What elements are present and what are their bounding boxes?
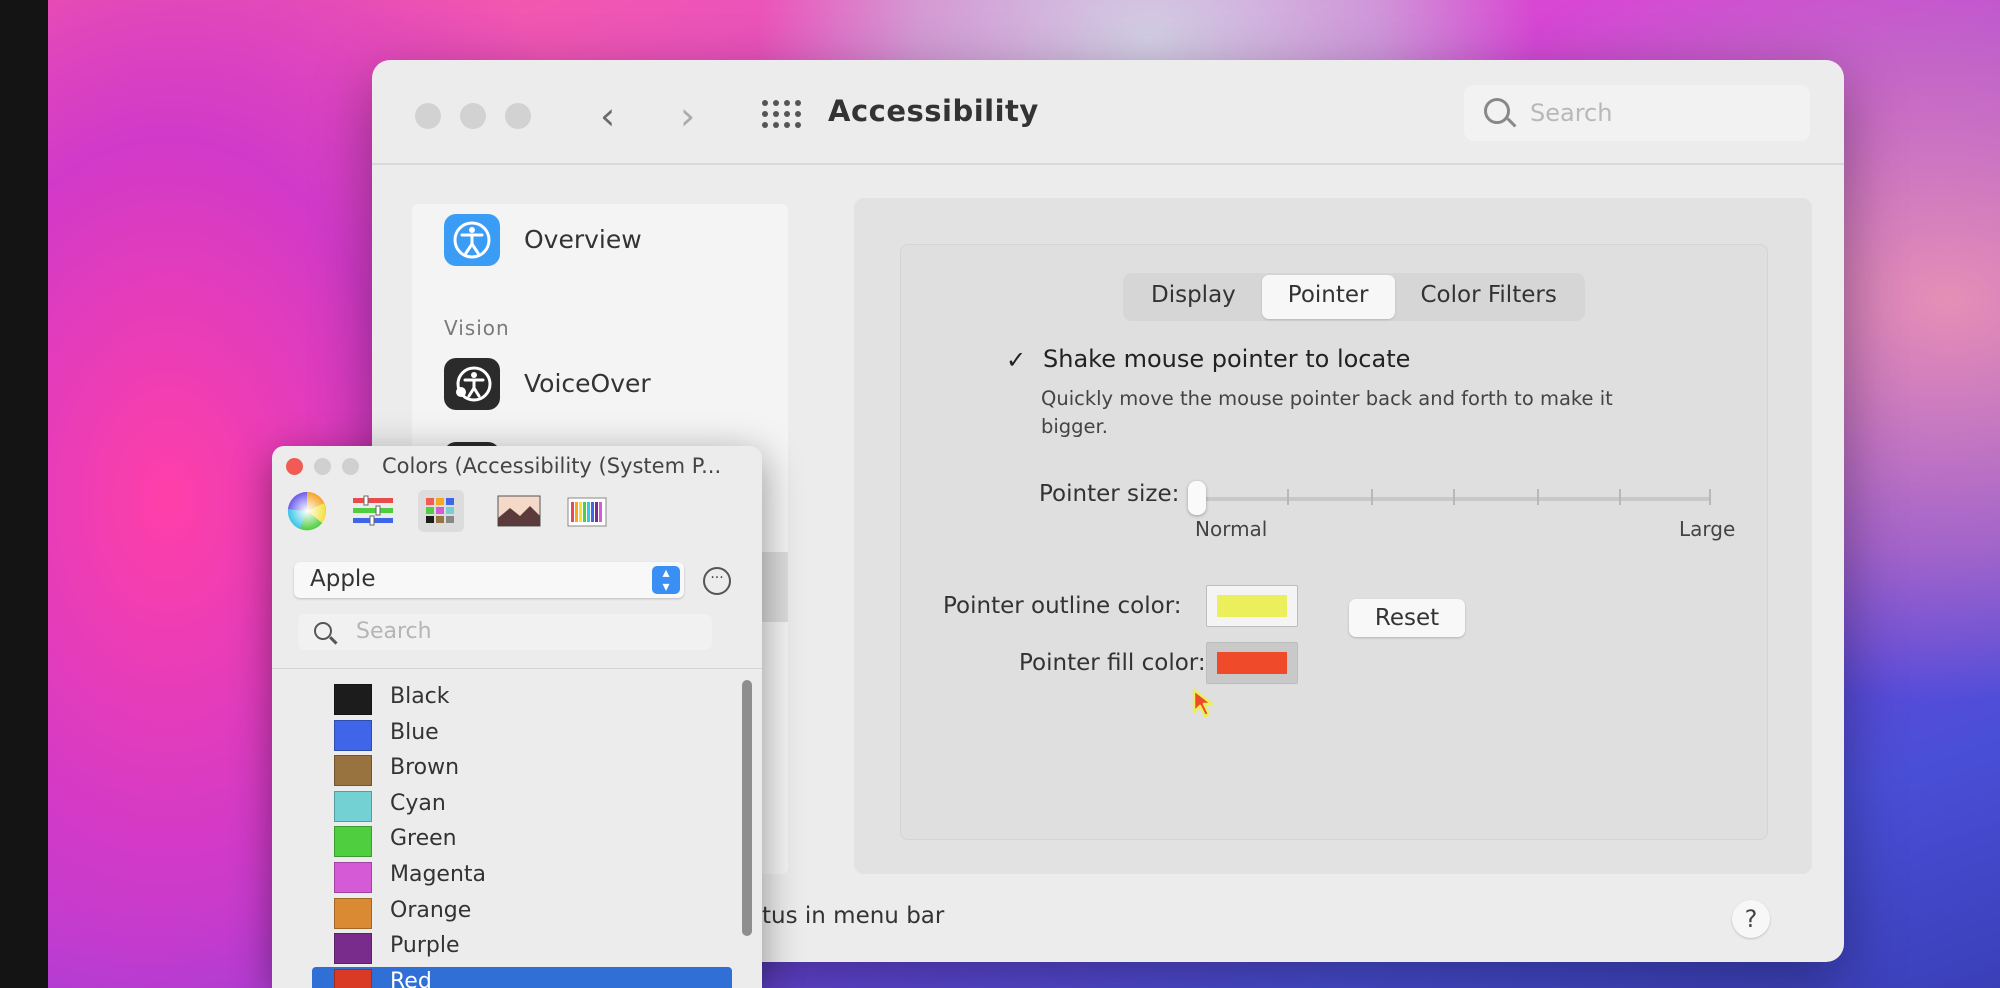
pointer-pane: Display Pointer Color Filters ✓ Shake mo… [854,198,1812,874]
colors-search-placeholder: Search [356,619,432,644]
color-list-item[interactable]: Blue [312,718,732,752]
color-name: Green [390,826,457,852]
color-name: Cyan [390,790,446,816]
color-name: Purple [390,933,460,959]
sidebar-item-voiceover[interactable]: VoiceOver [412,348,788,418]
outline-color-swatch [1217,595,1287,617]
tab-pointer[interactable]: Pointer [1261,275,1395,319]
color-list-item[interactable]: Purple [312,931,732,965]
colors-panel: Colors (Accessibility (System P... Apple… [272,446,762,988]
slider-tick [1709,489,1711,505]
shake-pointer-checkbox[interactable]: ✓ [1003,347,1029,373]
chevron-right-icon[interactable]: › [680,96,695,136]
fill-color-swatch [1217,652,1287,674]
palette-select[interactable]: Apple ▴ ▾ [294,562,684,598]
color-name: Brown [390,755,460,781]
color-sliders-icon[interactable] [350,490,396,532]
close-button[interactable] [415,103,441,129]
chevron-updown-icon: ▴ ▾ [652,566,680,594]
color-name: Orange [390,897,472,923]
search-placeholder: Search [1530,99,1613,127]
sidebar-item-label: Overview [524,225,642,254]
show-status-in-menu-bar-label: tus in menu bar [762,903,945,929]
tab-bar: Display Pointer Color Filters [1123,273,1585,321]
color-list-item[interactable]: Green [312,824,732,858]
colors-panel-title: Colors (Accessibility (System P... [382,454,722,478]
color-name: Black [390,684,450,709]
more-options-icon[interactable]: ··· [703,567,731,595]
search-icon [314,622,332,640]
pointer-size-max-label: Large [1679,517,1736,541]
pointer-fill-color-label: Pointer fill color: [1019,650,1206,676]
image-palettes-icon[interactable] [496,490,542,532]
color-swatch [334,719,372,751]
chevron-left-icon[interactable]: ‹ [600,96,615,136]
help-button[interactable]: ? [1732,900,1770,938]
titlebar-divider [372,163,1844,165]
color-swatch [334,684,372,715]
pointer-settings-box: Display Pointer Color Filters ✓ Shake mo… [900,244,1768,840]
accessibility-icon [444,214,500,266]
sidebar-item-label: VoiceOver [524,369,651,398]
color-swatch [334,826,372,858]
shake-pointer-description: Quickly move the mouse pointer back and … [1041,387,1613,438]
color-wheel-icon[interactable] [284,490,330,532]
show-all-grid-icon[interactable] [762,100,802,130]
color-list-item[interactable]: Cyan [312,789,732,823]
pointer-size-label: Pointer size: [1039,481,1180,507]
colors-toolbar [272,486,762,536]
color-list-item[interactable]: Magenta [312,860,732,894]
slider-tick [1537,489,1539,505]
color-name: Blue [390,719,439,745]
color-name: Red [390,968,432,988]
shake-pointer-label: Shake mouse pointer to locate [1043,345,1411,373]
zoom-button[interactable] [342,458,359,475]
slider-tick [1371,489,1373,505]
letterbox [0,0,48,988]
pencils-icon[interactable] [564,490,610,532]
color-list-item[interactable]: Black [312,682,732,716]
close-button[interactable] [286,458,303,475]
tab-color-filters[interactable]: Color Filters [1395,275,1583,319]
palette-select-value: Apple [310,566,376,592]
color-swatch [334,933,372,965]
color-list-item[interactable]: Red [312,966,732,988]
slider-tick [1453,489,1455,505]
search-icon [1484,98,1510,124]
voiceover-icon [444,358,500,410]
color-list-item[interactable]: Brown [312,753,732,787]
window-title: Accessibility [828,94,1039,128]
reset-button[interactable]: Reset [1349,599,1465,637]
color-swatch [334,897,372,929]
pointer-fill-color-well[interactable] [1206,642,1298,684]
pointer-size-slider[interactable] [1199,497,1711,501]
pointer-outline-color-label: Pointer outline color: [943,593,1182,619]
color-list-item[interactable]: Orange [312,896,732,930]
minimize-button[interactable] [460,103,486,129]
slider-tick [1287,489,1289,505]
zoom-button[interactable] [505,103,531,129]
pointer-size-knob[interactable] [1188,481,1206,515]
sidebar-item-overview[interactable]: Overview [412,204,788,274]
color-swatch [334,862,372,893]
colors-separator [272,668,762,669]
color-palettes-icon[interactable] [418,490,464,532]
pointer-size-min-label: Normal [1195,517,1268,541]
minimize-button[interactable] [314,458,331,475]
color-swatch [334,968,372,988]
pointer-outline-color-well[interactable] [1206,585,1298,627]
search-field[interactable]: Search [1464,85,1810,141]
slider-tick [1619,489,1621,505]
sidebar-section-vision: Vision [444,316,510,340]
titlebar: ‹ › Accessibility Search [372,60,1844,164]
color-swatch [334,755,372,787]
tab-display[interactable]: Display [1125,275,1262,319]
colors-search-field[interactable]: Search [298,614,712,650]
color-list-scrollbar[interactable] [742,680,752,936]
color-list: Black Blue Brown Cyan Green Magenta Orange Purp… [272,682,762,988]
color-name: Magenta [390,862,487,887]
color-swatch [334,790,372,822]
